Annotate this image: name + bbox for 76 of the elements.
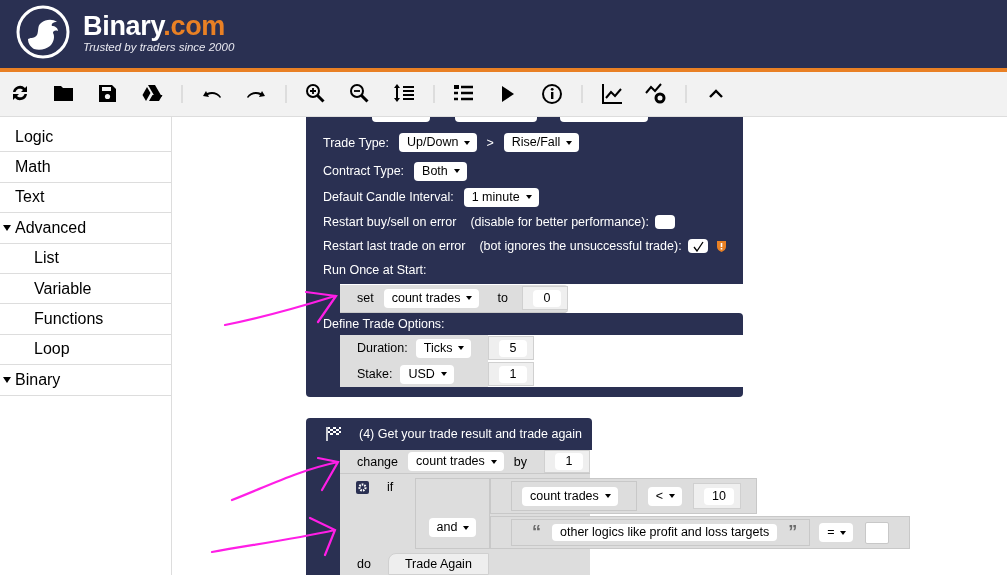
block-label: Stake: xyxy=(357,367,393,381)
dropdown-field xyxy=(372,117,430,122)
block-label: Duration: xyxy=(357,341,408,355)
empty-slot xyxy=(865,521,890,544)
block-label: set xyxy=(357,291,374,305)
number-field[interactable]: 0 xyxy=(532,289,561,307)
quote-mark: “ xyxy=(532,522,541,543)
caret-icon xyxy=(466,296,473,300)
block-label: by xyxy=(513,454,527,469)
category-item[interactable]: List xyxy=(0,243,171,274)
block-label: do xyxy=(357,557,371,571)
block-label: (disable for better performance): xyxy=(470,215,649,229)
brand-name: Binary.com xyxy=(83,11,227,40)
caret-icon xyxy=(453,169,460,173)
quote-mark: ” xyxy=(788,522,798,543)
checkbox[interactable] xyxy=(687,239,708,253)
dropdown-field[interactable]: count trades xyxy=(383,288,480,308)
category-item[interactable]: Advanced xyxy=(0,213,171,244)
block-label: Default Candle Interval: xyxy=(323,190,454,204)
caret-icon xyxy=(669,494,676,498)
dropdown-field[interactable]: Rise/Fall xyxy=(503,133,580,152)
caret-icon xyxy=(490,459,497,464)
block-label: (4) Get your trade result and trade again xyxy=(359,427,583,441)
checkered-flag-icon xyxy=(326,426,342,442)
block-label: (bot ignores the unsuccessful trade): xyxy=(479,239,682,253)
dropdown-field[interactable]: Up/Down xyxy=(399,133,478,152)
gear-icon[interactable] xyxy=(356,480,369,494)
checkmark-icon xyxy=(691,240,704,252)
caret-icon xyxy=(458,346,465,350)
dropdown-field[interactable]: and xyxy=(428,518,477,537)
caret-icon xyxy=(604,494,611,498)
block-label: Restart buy/sell on error xyxy=(323,215,457,229)
dropdown-field[interactable]: < xyxy=(647,486,683,506)
block-label: to xyxy=(497,291,508,305)
caret-icon xyxy=(566,140,573,145)
category-item[interactable]: Loop xyxy=(0,334,171,366)
dropdown-field[interactable]: USD xyxy=(400,364,454,384)
chart-gear-icon[interactable] xyxy=(645,83,667,105)
block-label: Trade Again xyxy=(404,557,472,571)
category-item[interactable]: Text xyxy=(0,182,171,214)
caret-icon xyxy=(464,140,471,145)
number-field[interactable]: 5 xyxy=(499,339,527,357)
block-label: Run Once at Start: xyxy=(323,263,427,277)
caret-icon xyxy=(463,525,470,530)
line-chart-icon[interactable] xyxy=(601,83,623,105)
category-item[interactable]: Logic xyxy=(0,122,171,153)
block-label: Define Trade Options: xyxy=(323,317,445,331)
dropdown-field[interactable]: count trades xyxy=(522,486,618,506)
category-item[interactable]: Binary xyxy=(0,365,171,396)
save-icon[interactable] xyxy=(97,83,119,105)
checkbox[interactable] xyxy=(654,215,675,229)
number-field[interactable]: 1 xyxy=(499,365,527,383)
caret-icon xyxy=(840,530,847,535)
block-label: Contract Type: xyxy=(323,164,405,178)
category-item[interactable]: Math xyxy=(0,152,171,183)
block-label: Restart last trade on error xyxy=(323,239,466,253)
dropdown-field[interactable]: 1 minute xyxy=(463,187,539,207)
info-icon[interactable] xyxy=(541,83,563,105)
number-field[interactable]: 1 xyxy=(555,453,583,470)
caret-icon xyxy=(440,372,447,376)
dropdown-field[interactable]: count trades xyxy=(408,452,504,471)
dropdown-field[interactable]: Both xyxy=(414,161,467,181)
dropdown-field[interactable]: Ticks xyxy=(415,338,472,358)
block-label: if xyxy=(387,480,394,494)
category-item[interactable]: Functions xyxy=(0,304,171,335)
text-field[interactable]: other logics like profit and loss targets xyxy=(552,524,778,541)
block-label: > xyxy=(486,135,494,150)
zoom-in-icon[interactable] xyxy=(305,83,327,105)
number-field[interactable]: 10 xyxy=(704,487,734,505)
category-item[interactable]: Variable xyxy=(0,273,171,305)
block-label: Trade Type: xyxy=(323,135,389,150)
tagline: Trusted by traders since 2000 xyxy=(83,40,235,53)
zoom-out-icon[interactable] xyxy=(349,83,371,105)
dropdown-field[interactable]: = xyxy=(819,523,854,542)
caret-icon xyxy=(525,195,532,199)
block-label: change xyxy=(357,454,398,469)
